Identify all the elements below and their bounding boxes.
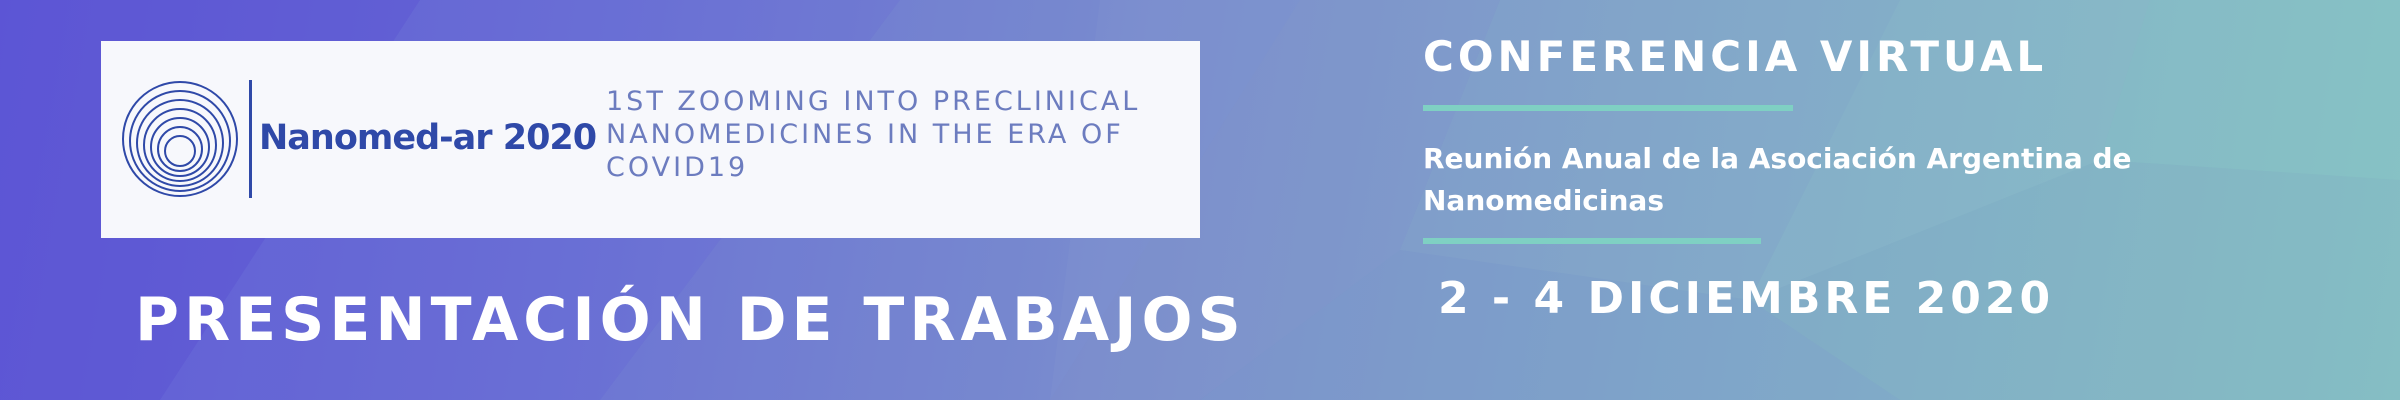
conference-subtitle: Reunión Anual de la Asociación Argentina…	[1423, 142, 2132, 217]
logo-divider	[249, 80, 252, 198]
logo-panel: Nanomed-ar 2020 1ST ZOOMING INTO PRECLIN…	[101, 41, 1200, 238]
tagline: 1ST ZOOMING INTO PRECLINICAL NANOMEDICIN…	[606, 86, 1141, 183]
main-title: PRESENTACIÓN DE TRABAJOS	[135, 285, 1246, 355]
concentric-circles-logo-icon	[122, 81, 238, 197]
conference-title: CONFERENCIA VIRTUAL	[1423, 32, 2048, 81]
conference-dates: 2 - 4 DICIEMBRE 2020	[1438, 273, 2055, 324]
banner: Nanomed-ar 2020 1ST ZOOMING INTO PRECLIN…	[0, 0, 2400, 400]
logo-name: Nanomed-ar 2020	[259, 118, 597, 158]
accent-line-top	[1423, 105, 1793, 111]
accent-line-bottom	[1423, 238, 1761, 244]
